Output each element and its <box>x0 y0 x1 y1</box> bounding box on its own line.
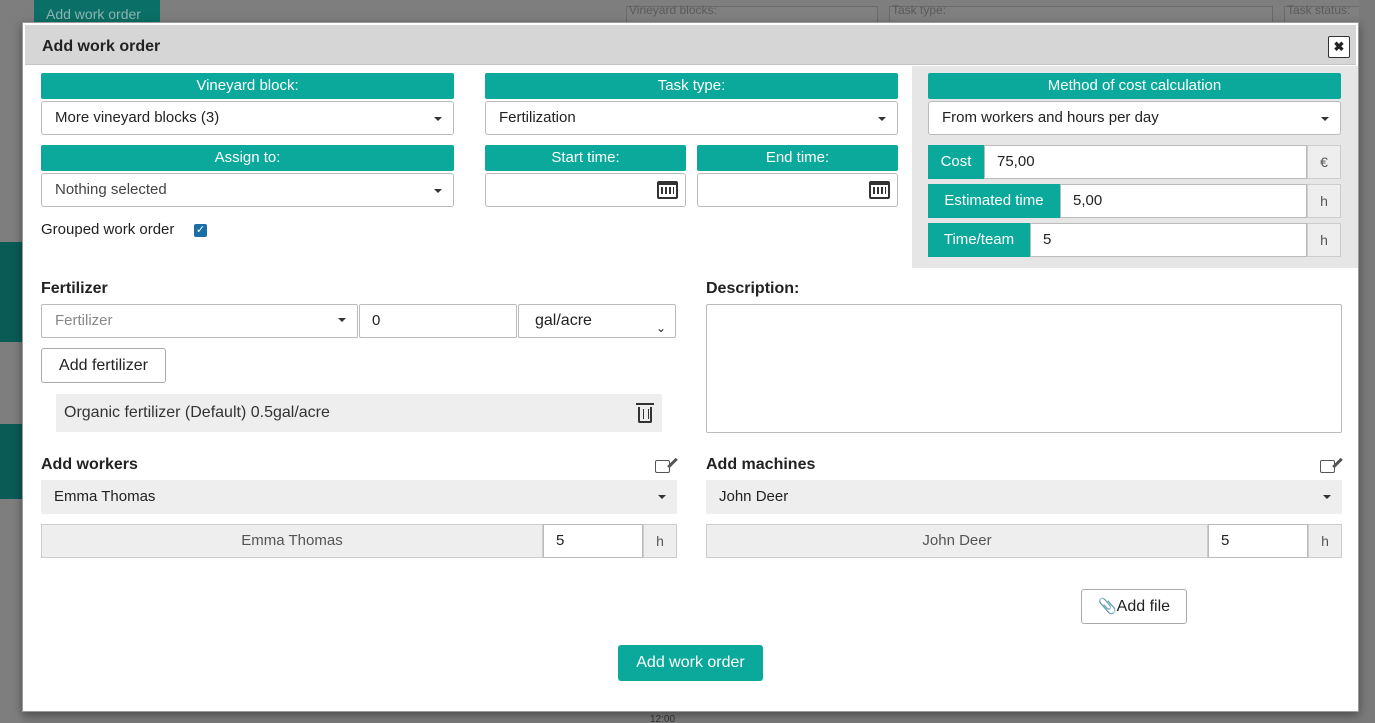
bg-teal-card <box>0 242 22 342</box>
fertilizer-title: Fertilizer <box>41 280 108 297</box>
chevron-down-icon <box>1321 117 1329 121</box>
bg-bottom-strip: 12:00 <box>22 712 1359 723</box>
add-machines-title: Add machines <box>706 456 816 473</box>
machines-select[interactable]: John Deer <box>706 480 1342 514</box>
chevron-down-icon: ⌄ <box>655 321 666 335</box>
fertilizer-unit-select[interactable]: gal/acre ⌄ <box>518 304 676 338</box>
vineyard-block-select[interactable]: More vineyard blocks (3) <box>41 101 454 135</box>
fertilizer-item: Organic fertilizer (Default) 0.5gal/acre <box>56 394 662 432</box>
calendar-icon[interactable] <box>869 181 890 199</box>
worker-hours-unit: h <box>643 524 677 558</box>
grouped-work-order-checkbox[interactable]: ✓ <box>194 224 207 237</box>
end-time-input[interactable] <box>697 173 898 207</box>
chevron-down-icon <box>1323 495 1331 499</box>
calendar-icon[interactable] <box>657 181 678 199</box>
worker-hours-input[interactable]: 5 <box>543 524 643 558</box>
task-type-select[interactable]: Fertilization <box>485 101 898 135</box>
close-icon[interactable]: ✖ <box>1328 36 1350 58</box>
modal-header: Add work order ✖ <box>25 25 1356 65</box>
time-team-label: Time/team <box>928 223 1030 257</box>
machine-name: John Deer <box>706 524 1208 558</box>
add-fertilizer-button[interactable]: Add fertilizer <box>41 348 166 383</box>
cost-label: Cost <box>928 145 984 179</box>
end-time-label: End time: <box>697 145 898 171</box>
paperclip-icon: 📎 <box>1097 598 1117 615</box>
bg-add-work-order-button: Add work order <box>34 0 160 24</box>
trash-icon[interactable] <box>636 403 654 423</box>
chevron-down-icon <box>658 495 666 499</box>
fertilizer-amount-input[interactable]: 0 <box>359 304 517 338</box>
estimated-time-input[interactable]: 5,00 <box>1060 184 1307 218</box>
edit-icon[interactable] <box>1320 460 1335 473</box>
chevron-down-icon <box>338 318 346 322</box>
cost-unit: € <box>1307 145 1341 179</box>
chevron-down-icon <box>878 117 886 121</box>
bg-teal-card <box>0 424 22 499</box>
workers-select[interactable]: Emma Thomas <box>41 480 677 514</box>
add-work-order-modal: Add work order ✖ Vineyard block: More vi… <box>22 22 1359 712</box>
cost-method-label: Method of cost calculation <box>928 73 1341 99</box>
estimated-time-label: Estimated time <box>928 184 1060 218</box>
cost-input[interactable]: 75,00 <box>984 145 1307 179</box>
add-workers-title: Add workers <box>41 456 138 473</box>
vineyard-block-label: Vineyard block: <box>41 73 454 99</box>
modal-title: Add work order <box>42 38 161 55</box>
fertilizer-select[interactable]: Fertilizer <box>41 304 358 338</box>
machine-hours-input[interactable]: 5 <box>1208 524 1308 558</box>
assign-to-label: Assign to: <box>41 145 454 171</box>
chevron-down-icon <box>434 117 442 121</box>
task-type-label: Task type: <box>485 73 898 99</box>
cost-method-select[interactable]: From workers and hours per day <box>928 101 1341 135</box>
add-work-order-submit-button[interactable]: Add work order <box>618 645 763 681</box>
grouped-work-order-label: Grouped work order <box>41 221 175 238</box>
machine-hours-unit: h <box>1308 524 1342 558</box>
chevron-down-icon <box>434 189 442 193</box>
edit-icon[interactable] <box>655 460 670 473</box>
assign-to-select[interactable]: Nothing selected <box>41 173 454 207</box>
worker-name: Emma Thomas <box>41 524 543 558</box>
start-time-label: Start time: <box>485 145 686 171</box>
time-team-unit: h <box>1307 223 1341 257</box>
bg-right-strip <box>1359 0 1375 723</box>
start-time-input[interactable] <box>485 173 686 207</box>
add-file-button[interactable]: 📎Add file <box>1081 589 1187 624</box>
description-textarea[interactable] <box>706 304 1342 433</box>
estimated-time-unit: h <box>1307 184 1341 218</box>
description-title: Description: <box>706 280 800 297</box>
time-team-input[interactable]: 5 <box>1030 223 1307 257</box>
